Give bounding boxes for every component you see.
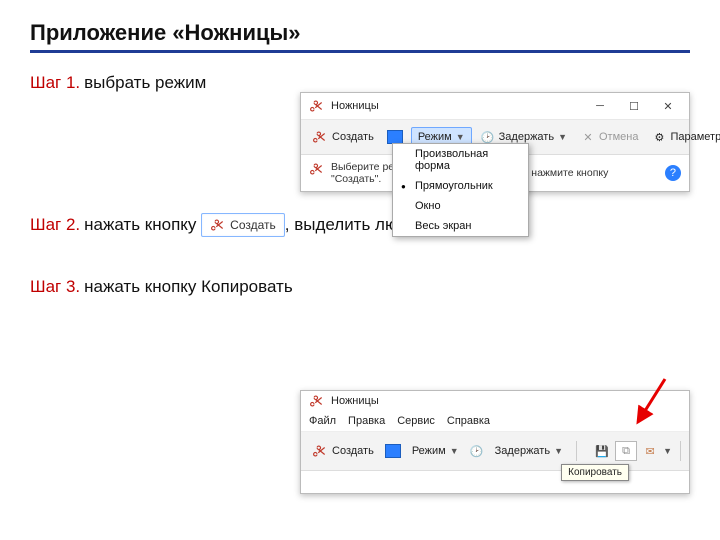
menu-tools[interactable]: Сервис [397, 415, 435, 427]
mode-button-label: Режим [418, 131, 452, 143]
menu-file[interactable]: Файл [309, 415, 336, 427]
new-button[interactable]: Создать [307, 126, 379, 148]
divider [576, 441, 577, 461]
maximize-button[interactable]: ☐ [617, 95, 651, 117]
options-button[interactable]: ⚙ Параметры [647, 127, 720, 147]
delay-button[interactable]: Задержать ▼ [490, 442, 568, 460]
mode-option-window[interactable]: Окно [393, 196, 528, 216]
step-3: Шаг 3. нажать кнопку Копировать [30, 277, 690, 297]
step-3-num: Шаг 3. [30, 277, 80, 297]
options-button-label: Параметры [670, 131, 720, 143]
mode-option-freeform[interactable]: Произвольная форма [393, 144, 528, 176]
titlebar[interactable]: Ножницы ─ ☐ ✕ [301, 93, 689, 120]
window-title: Ножницы [331, 395, 379, 407]
mode-button[interactable]: Режим ▼ [407, 442, 464, 460]
rect-icon [385, 444, 401, 458]
mode-dropdown: Произвольная форма Прямоугольник Окно Ве… [392, 143, 529, 237]
scissors-icon [309, 98, 325, 114]
help-icon[interactable]: ? [665, 165, 681, 181]
scissors-icon [312, 443, 328, 459]
step-2-num: Шаг 2. [30, 215, 80, 235]
clock-icon: 🕑 [481, 130, 495, 144]
create-button-inline-label: Создать [230, 218, 276, 232]
copy-button[interactable]: ⧉ [615, 441, 637, 461]
delay-button-label: Задержать [495, 445, 550, 457]
save-icon[interactable]: 💾 [595, 444, 609, 458]
new-button-label: Создать [332, 131, 374, 143]
create-button-inline[interactable]: Создать [201, 213, 285, 237]
mail-icon[interactable]: ✉ [643, 444, 657, 458]
step-3-text: нажать кнопку Копировать [84, 277, 293, 297]
menu-edit[interactable]: Правка [348, 415, 385, 427]
canvas-area [301, 471, 689, 493]
page-title: Приложение «Ножницы» [30, 20, 690, 46]
mode-option-rect[interactable]: Прямоугольник [393, 176, 528, 196]
gear-icon: ⚙ [652, 130, 666, 144]
step-1: Шаг 1. выбрать режим [30, 73, 690, 93]
scissors-icon [309, 393, 325, 409]
scissors-icon [312, 129, 328, 145]
cancel-button-label: Отмена [599, 131, 638, 143]
step-1-num: Шаг 1. [30, 73, 80, 93]
chevron-down-icon: ▼ [663, 446, 672, 456]
clock-icon: 🕑 [470, 444, 484, 458]
copy-tooltip: Копировать [561, 464, 629, 481]
divider [680, 441, 681, 461]
hint-text-a: Выберите ре [331, 161, 394, 173]
mode-option-fullscreen[interactable]: Весь экран [393, 216, 528, 236]
step-2-text-before: нажать кнопку [84, 215, 196, 235]
cancel-button[interactable]: ✕ Отмена [576, 127, 643, 147]
step-2: Шаг 2. нажать кнопку Создать , выделить … [30, 213, 690, 237]
close-button[interactable]: ✕ [651, 95, 685, 117]
new-button-label: Создать [332, 445, 374, 457]
hint-text-b: "Создать". [331, 173, 381, 185]
window-title: Ножницы [331, 100, 379, 112]
copy-icon: ⧉ [619, 444, 633, 458]
step-1-text: выбрать режим [84, 73, 206, 93]
pointer-arrow [630, 374, 670, 439]
menu-help[interactable]: Справка [447, 415, 490, 427]
chevron-down-icon: ▼ [558, 132, 567, 142]
scissors-icon [210, 217, 226, 233]
rect-icon [387, 130, 403, 144]
mode-button-label: Режим [412, 445, 446, 457]
chevron-down-icon: ▼ [456, 132, 465, 142]
minimize-button[interactable]: ─ [583, 95, 617, 117]
new-button[interactable]: Создать [307, 440, 379, 462]
title-underline [30, 50, 690, 53]
chevron-down-icon: ▼ [450, 446, 459, 456]
chevron-down-icon: ▼ [554, 446, 563, 456]
delay-button-label: Задержать [499, 131, 554, 143]
x-icon: ✕ [581, 130, 595, 144]
scissors-icon [309, 161, 325, 177]
